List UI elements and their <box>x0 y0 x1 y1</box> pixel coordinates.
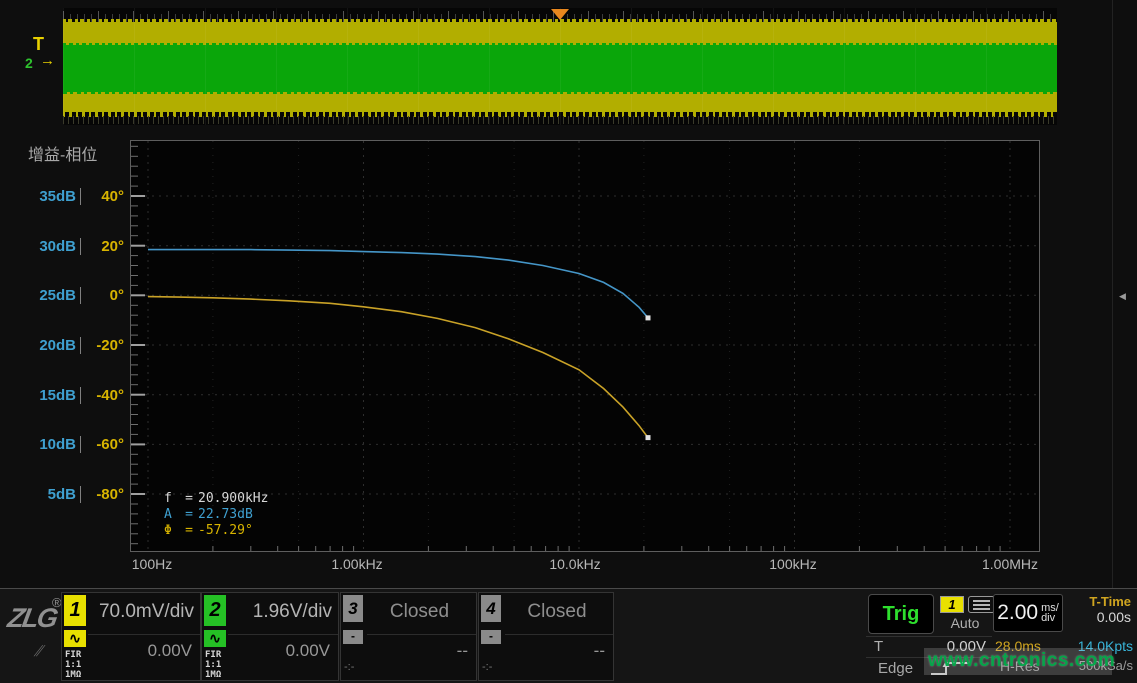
channel1-offset: 0.00V <box>148 641 192 661</box>
timebase-unit: ms/div <box>1041 603 1059 623</box>
channel1-panel[interactable]: 1 70.0mV/div ∿ FIR1:11MΩ 0.00V <box>61 592 201 681</box>
y-axis-row: 5dB -80° <box>26 483 124 505</box>
channel3-panel[interactable]: 3 Closed - -- -:- <box>340 592 477 681</box>
axis-separator <box>80 486 81 503</box>
channel2-probe-info: FIR1:11MΩ <box>205 650 221 680</box>
channel4-offset: -- <box>594 641 605 661</box>
channel4-scale: Closed <box>507 601 607 623</box>
bottom-ruler-ticks <box>63 116 1057 124</box>
watermark: www.cntronics.com <box>928 650 1115 672</box>
gain-tick-label: 5dB <box>28 486 76 503</box>
channel3-coupling-icon[interactable]: - <box>343 630 363 644</box>
axis-separator <box>80 238 81 255</box>
trigger-level-label: T <box>874 638 883 655</box>
hatch-icon: ⫽ <box>32 643 47 660</box>
x-tick-label: 1.00kHz <box>331 556 382 572</box>
gain-tick-label: 30dB <box>28 238 76 255</box>
timebase-value: 2.00 <box>997 601 1038 625</box>
channel2-position-marker[interactable]: 2 <box>25 55 33 71</box>
t-time-value: 0.00s <box>1097 609 1131 625</box>
phase-tick-label: 40° <box>84 188 124 205</box>
y-axis-row: 10dB -60° <box>26 433 124 455</box>
trigger-position-marker-icon[interactable] <box>551 9 569 20</box>
phase-tick-label: -80° <box>84 486 124 503</box>
x-tick-label: 1.00MHz <box>982 556 1038 572</box>
channel3-badge[interactable]: 3 <box>343 595 363 622</box>
waveform-overview[interactable] <box>63 8 1057 125</box>
phase-readout: Φ=-57.29° <box>164 523 268 539</box>
phase-tick-label: 0° <box>84 287 124 304</box>
axis-separator <box>80 436 81 453</box>
timebase-button[interactable]: 2.00 ms/div <box>993 594 1063 632</box>
x-tick-label: 100Hz <box>132 556 172 572</box>
phase-tick-label: -40° <box>84 387 124 404</box>
channel2-badge[interactable]: 2 <box>204 595 226 626</box>
divider <box>367 634 476 635</box>
horizontal-division-lines <box>63 8 1057 125</box>
gain-readout: A=22.73dB <box>164 507 268 523</box>
channel4-badge[interactable]: 4 <box>481 595 501 622</box>
y-axis-row: 15dB -40° <box>26 384 124 406</box>
channel4-sub-status: -:- <box>482 661 492 673</box>
right-panel-divider <box>1112 0 1113 588</box>
y-axis-row: 25dB 0° <box>26 284 124 306</box>
divider <box>88 634 200 635</box>
divider <box>866 636 992 637</box>
x-tick-label: 100kHz <box>769 556 816 572</box>
axis-separator <box>80 188 81 205</box>
gain-tick-label: 10dB <box>28 436 76 453</box>
channel3-offset: -- <box>457 641 468 661</box>
channel1-coupling-icon[interactable]: ∿ <box>64 630 86 647</box>
channel1-probe-info: FIR1:11MΩ <box>65 650 81 680</box>
divider <box>228 634 338 635</box>
t-time-label: T-Time <box>1089 594 1131 609</box>
channel4-coupling-icon[interactable]: - <box>481 630 501 644</box>
phase-tick-label: -60° <box>84 436 124 453</box>
brand-logo: ZLG <box>5 603 58 634</box>
gain-tick-label: 35dB <box>28 188 76 205</box>
trigger-mode[interactable]: Auto <box>936 615 994 631</box>
cursor-readout: f=20.900kHz A=22.73dB Φ=-57.29° <box>164 491 268 539</box>
y-axis-row: 30dB 20° <box>26 235 124 257</box>
channel3-scale: Closed <box>369 601 470 623</box>
trigger-coupling-icon[interactable] <box>968 596 995 613</box>
channel2-coupling-icon[interactable]: ∿ <box>204 630 226 647</box>
bode-plot-canvas <box>131 141 1039 551</box>
panel-expand-arrow-icon[interactable]: ◀ <box>1119 291 1126 302</box>
phase-tick-label: -20° <box>84 337 124 354</box>
axis-separator <box>80 287 81 304</box>
channel1-position-arrow-icon[interactable]: → <box>40 52 55 69</box>
gain-tick-label: 25dB <box>28 287 76 304</box>
axis-separator <box>80 387 81 404</box>
trigger-status-button[interactable]: Trig <box>868 594 934 634</box>
oscilloscope-screen: T 2 → 增益-相位 35dB40° 30dB20° 25dB0° 20dB-… <box>0 0 1137 683</box>
channel4-panel[interactable]: 4 Closed - -- -:- <box>478 592 614 681</box>
trigger-source-badge[interactable]: 1 <box>940 596 964 613</box>
frequency-readout: f=20.900kHz <box>164 491 268 507</box>
y-axis-row: 20dB -20° <box>26 334 124 356</box>
divider <box>505 634 613 635</box>
bode-plot-title: 增益-相位 <box>28 141 97 165</box>
phase-tick-label: 20° <box>84 238 124 255</box>
channel3-sub-status: -:- <box>344 661 354 673</box>
trigger-type[interactable]: Edge <box>878 660 913 677</box>
channel2-offset: 0.00V <box>286 641 330 661</box>
channel1-badge[interactable]: 1 <box>64 595 86 626</box>
gain-tick-label: 15dB <box>28 387 76 404</box>
x-tick-label: 10.0kHz <box>549 556 600 572</box>
y-axis-row: 35dB 40° <box>26 185 124 207</box>
channel2-scale: 1.96V/div <box>230 601 332 623</box>
channel1-scale: 70.0mV/div <box>90 601 194 623</box>
gain-tick-label: 20dB <box>28 337 76 354</box>
axis-separator <box>80 337 81 354</box>
channel2-panel[interactable]: 2 1.96V/div ∿ FIR1:11MΩ 0.00V <box>201 592 339 681</box>
